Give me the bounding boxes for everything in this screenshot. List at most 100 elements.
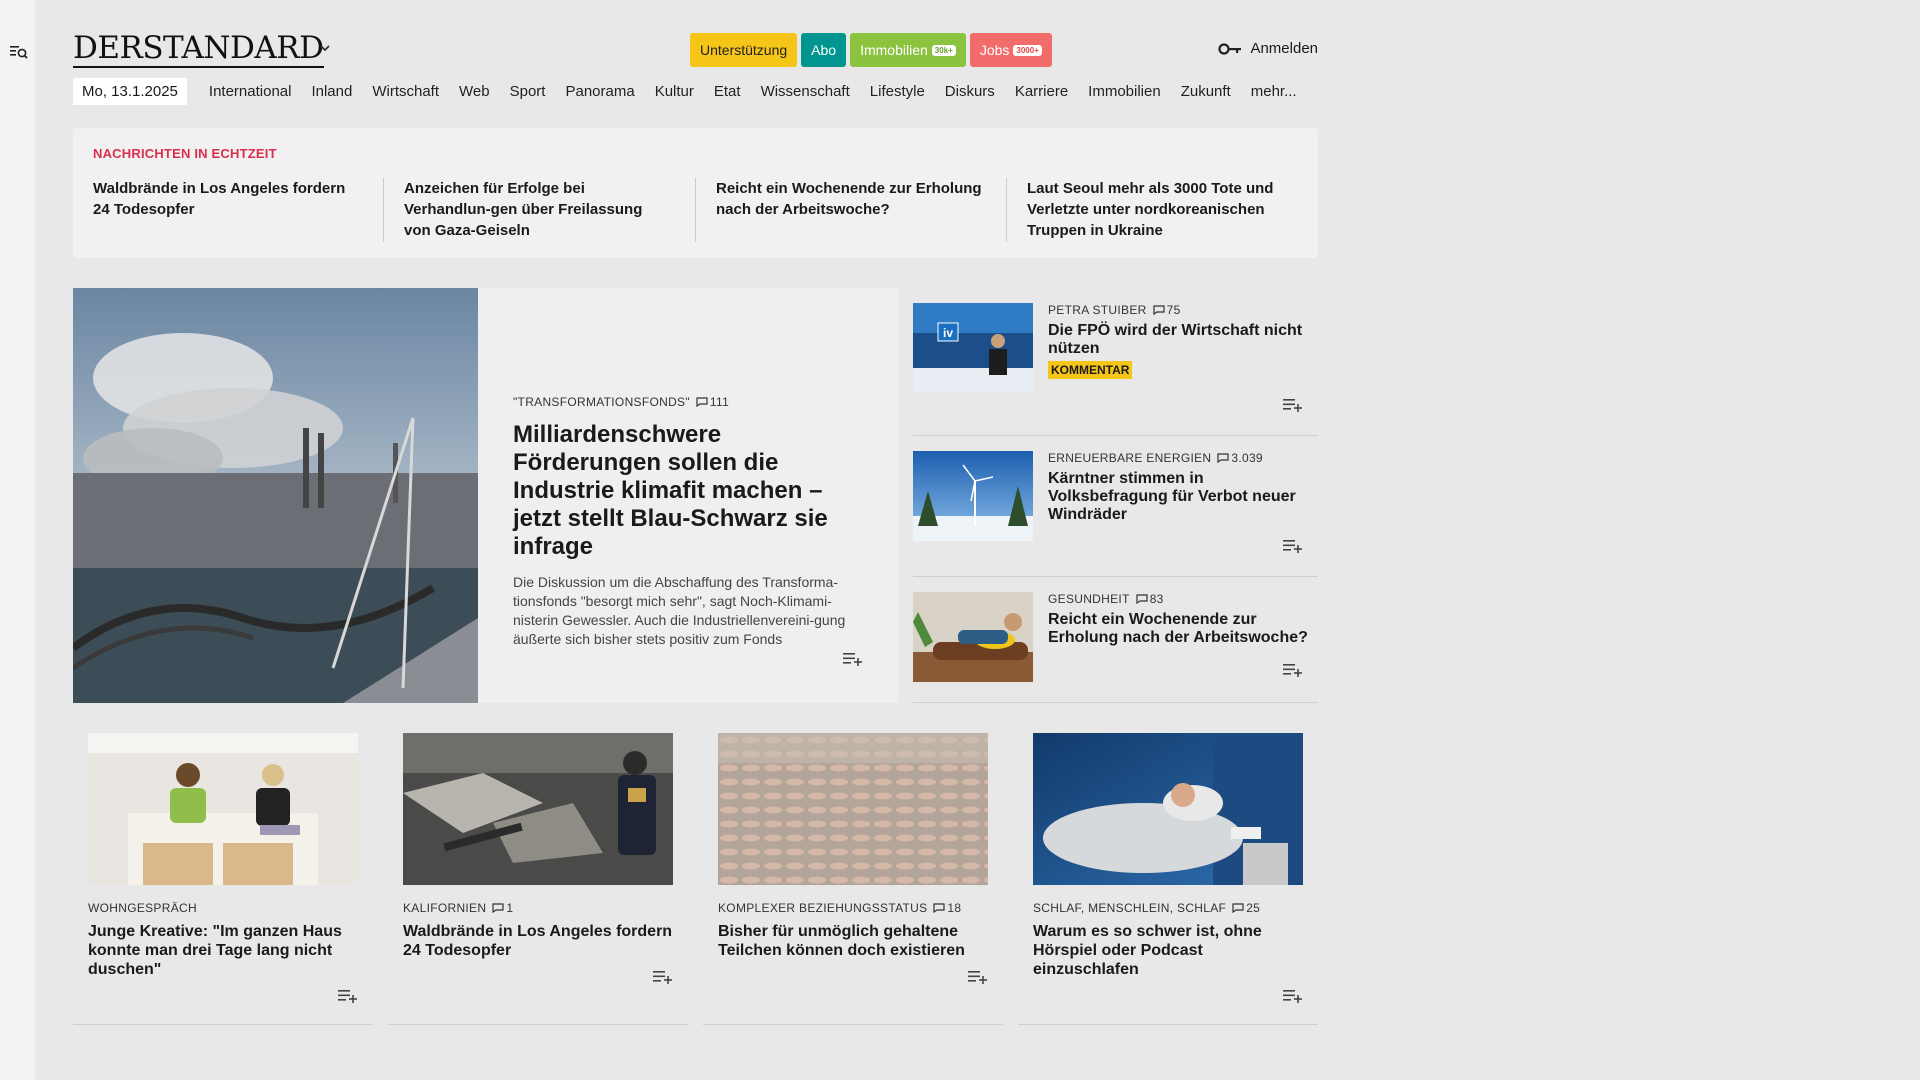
card-headline[interactable]: Bisher für unmöglich gehaltene Teilchen … [718, 922, 988, 960]
side-article[interactable]: ERNEUERBARE ENERGIEN 3.039 Kärntner stim… [913, 436, 1318, 577]
divider [383, 178, 384, 242]
divider [1006, 178, 1007, 242]
side-headline[interactable]: Kärntner stimmen in Volksbefragung für V… [1048, 470, 1313, 524]
live-news-ticker: NACHRICHTEN IN ECHTZEIT Waldbrände in Lo… [73, 128, 1318, 258]
left-sidebar [0, 0, 35, 1080]
side-headline[interactable]: Die FPÖ wird der Wirtschaft nicht nützen [1048, 322, 1313, 358]
ticker-item[interactable]: Reicht ein Wochenende zur Erholung nach … [716, 178, 984, 220]
comment-icon [933, 903, 946, 913]
side-article-text: GESUNDHEIT 83 Reicht ein Wochenende zur … [1048, 592, 1313, 647]
nav-item-wirtschaft[interactable]: Wirtschaft [372, 83, 439, 100]
lead-headline[interactable]: Milliardenschwere Förderungen sollen die… [513, 421, 863, 561]
card-headline[interactable]: Junge Kreative: "Im ganzen Haus konnte m… [88, 922, 358, 979]
login-button[interactable]: Anmelden [1218, 40, 1318, 57]
card-headline[interactable]: Waldbrände in Los Angeles fordern 24 Tod… [403, 922, 673, 960]
nav-item-wissenschaft[interactable]: Wissenschaft [761, 83, 850, 100]
article-card-image[interactable] [718, 733, 988, 885]
article-card[interactable]: KALIFORNIEN 1 Waldbrände in Los Angeles … [388, 733, 688, 1025]
side-headline[interactable]: Reicht ein Wochenende zur Erholung nach … [1048, 611, 1313, 647]
key-icon [1218, 42, 1242, 55]
side-article[interactable]: iv PETRA STUIBER 75 Die FPÖ wird der Wir… [913, 288, 1318, 436]
comment-icon [1217, 453, 1229, 463]
menu-search-icon[interactable] [10, 44, 28, 60]
current-date: Mo, 13.1.2025 [73, 77, 187, 105]
nav-item-more[interactable]: mehr... [1251, 83, 1297, 100]
article-kicker: SCHLAF, MENSCHLEIN, SCHLAF 25 [1033, 901, 1261, 915]
card-headline[interactable]: Warum es so schwer ist, ohne Hörspiel od… [1033, 922, 1303, 979]
article-card-image[interactable] [403, 733, 673, 885]
ticker-item[interactable]: Laut Seoul mehr als 3000 Tote und Verlet… [1027, 178, 1295, 241]
article-card-image[interactable] [88, 733, 358, 885]
add-to-list-icon[interactable] [1283, 989, 1303, 1003]
side-article-text: ERNEUERBARE ENERGIEN 3.039 Kärntner stim… [1048, 451, 1313, 524]
comment-icon [1152, 305, 1165, 315]
top-buttons: Unterstützung Abo Immobilien 30k+ Jobs 3… [690, 33, 1052, 67]
nav-item-panorama[interactable]: Panorama [565, 83, 634, 100]
side-article-image[interactable]: iv [913, 303, 1033, 393]
jobs-count-badge: 3000+ [1013, 44, 1042, 56]
article-card[interactable]: WOHNGESPRÄCH Junge Kreative: "Im ganzen … [73, 733, 373, 1025]
article-card-text: KALIFORNIEN 1 Waldbrände in Los Angeles … [403, 901, 673, 960]
jobs-button[interactable]: Jobs 3000+ [969, 33, 1052, 67]
comment-count[interactable]: 18 [933, 901, 961, 915]
comment-count[interactable]: 1 [492, 901, 513, 915]
svg-text:iv: iv [943, 326, 953, 340]
nav-item-diskurs[interactable]: Diskurs [945, 83, 995, 100]
article-card[interactable]: SCHLAF, MENSCHLEIN, SCHLAF 25 Warum es s… [1018, 733, 1318, 1025]
nav-item-lifestyle[interactable]: Lifestyle [870, 83, 925, 100]
nav-item-international[interactable]: International [209, 83, 292, 100]
nav-item-web[interactable]: Web [459, 83, 490, 100]
nav-item-karriere[interactable]: Karriere [1015, 83, 1068, 100]
add-to-list-icon[interactable] [1283, 539, 1303, 553]
article-kicker: KOMPLEXER BEZIEHUNGSSTATUS 18 [718, 901, 962, 915]
article-card-image[interactable] [1033, 733, 1303, 885]
immobilien-button[interactable]: Immobilien 30k+ [850, 33, 966, 67]
lead-article-image[interactable] [73, 288, 478, 703]
side-article-image[interactable] [913, 592, 1033, 682]
article-card-text: KOMPLEXER BEZIEHUNGSSTATUS 18 Bisher für… [718, 901, 988, 960]
add-to-list-icon[interactable] [338, 989, 358, 1003]
lead-article[interactable]: "TRANSFORMATIONSFONDS" 111 Milliardensch… [73, 288, 898, 703]
add-to-list-icon[interactable] [1283, 663, 1303, 677]
nav-item-zukunft[interactable]: Zukunft [1181, 83, 1231, 100]
article-kicker: GESUNDHEIT 83 [1048, 592, 1164, 606]
side-article-text: PETRA STUIBER 75 Die FPÖ wird der Wirtsc… [1048, 303, 1313, 379]
support-button[interactable]: Unterstützung [690, 33, 798, 67]
comment-icon [696, 397, 708, 407]
immobilien-count-badge: 30k+ [931, 44, 956, 56]
ticker-item[interactable]: Anzeichen für Erfolge bei Verhandlun-gen… [404, 178, 672, 241]
header: DERSTANDARD Unterstützung Abo Immobilien… [73, 28, 1318, 70]
article-card-text: WOHNGESPRÄCH Junge Kreative: "Im ganzen … [88, 901, 358, 979]
article-card[interactable]: KOMPLEXER BEZIEHUNGSSTATUS 18 Bisher für… [703, 733, 1003, 1025]
comment-count[interactable]: 3.039 [1217, 451, 1263, 465]
side-article-image[interactable] [913, 451, 1033, 541]
lead-teaser: Die Diskussion um die Abschaffung des Tr… [513, 574, 846, 647]
comment-count[interactable]: 111 [696, 395, 729, 409]
comment-count[interactable]: 75 [1152, 303, 1181, 317]
comment-icon [1136, 594, 1148, 604]
site-logo[interactable]: DERSTANDARD [73, 30, 324, 68]
article-kicker: WOHNGESPRÄCH [88, 901, 197, 915]
add-to-list-icon[interactable] [843, 652, 863, 666]
ticker-item[interactable]: Waldbrände in Los Angeles fordern 24 Tod… [93, 178, 361, 220]
nav-item-sport[interactable]: Sport [510, 83, 546, 100]
abo-button[interactable]: Abo [801, 33, 847, 67]
lead-article-text: "TRANSFORMATIONSFONDS" 111 Milliardensch… [513, 395, 863, 649]
nav-item-etat[interactable]: Etat [714, 83, 741, 100]
main-navigation: Mo, 13.1.2025 International Inland Wirts… [73, 77, 1307, 105]
nav-item-immobilien[interactable]: Immobilien [1088, 83, 1161, 100]
comment-count[interactable]: 83 [1136, 592, 1164, 606]
comment-count[interactable]: 25 [1232, 901, 1260, 915]
add-to-list-icon[interactable] [968, 970, 988, 984]
comment-icon [492, 903, 504, 913]
comment-icon [1232, 903, 1244, 913]
nav-item-inland[interactable]: Inland [311, 83, 352, 100]
chevron-down-icon[interactable] [319, 43, 331, 53]
nav-item-kultur[interactable]: Kultur [655, 83, 694, 100]
article-card-text: SCHLAF, MENSCHLEIN, SCHLAF 25 Warum es s… [1033, 901, 1303, 979]
add-to-list-icon[interactable] [1283, 398, 1303, 412]
article-kicker: PETRA STUIBER 75 [1048, 303, 1181, 317]
add-to-list-icon[interactable] [653, 970, 673, 984]
divider [695, 178, 696, 242]
side-article[interactable]: GESUNDHEIT 83 Reicht ein Wochenende zur … [913, 577, 1318, 703]
